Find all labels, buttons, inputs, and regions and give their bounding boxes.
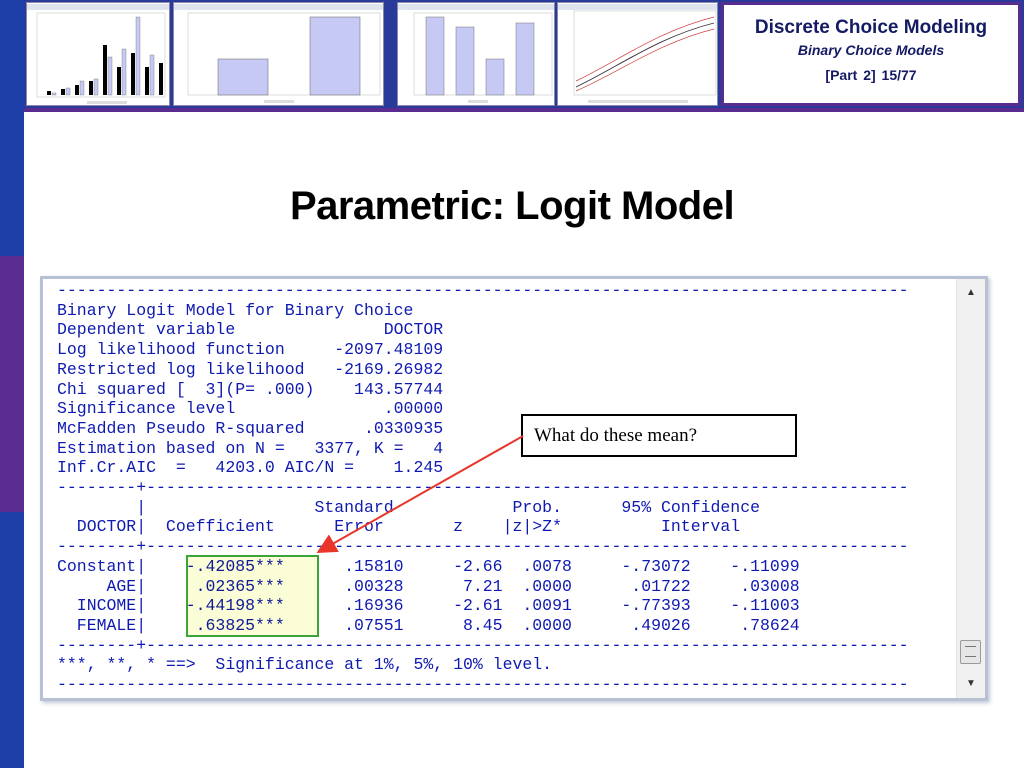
- output-line: Significance level .00000: [57, 399, 444, 419]
- histogram-thumbnail-graphic: [36, 12, 166, 104]
- output-line: McFadden Pseudo R-squared .0330935: [57, 418, 444, 438]
- output-line: Binary Logit Model for Binary Choice: [57, 300, 414, 320]
- output-line: ----------------------------------------…: [57, 675, 909, 695]
- bar-chart-thumbnail-graphic: [187, 12, 381, 103]
- header-thumbnail-line-chart: [557, 2, 718, 106]
- output-line: --------+-------------------------------…: [57, 537, 909, 557]
- left-bar-blue-segment-lower: [0, 512, 24, 768]
- output-line: Log likelihood function -2097.48109: [57, 340, 444, 360]
- left-accent-bar: [0, 0, 24, 768]
- slide-title: Parametric: Logit Model: [289, 184, 735, 228]
- output-window: ----------------------------------------…: [40, 276, 988, 701]
- line-chart-thumbnail-graphic: [573, 10, 717, 103]
- output-line: ----------------------------------------…: [57, 281, 909, 300]
- scrollbar-thumb[interactable]: [960, 640, 981, 664]
- output-line: --------+-------------------------------…: [57, 478, 909, 498]
- slide-header-title-box: Discrete Choice Modeling Binary Choice M…: [721, 2, 1021, 106]
- course-title: Discrete Choice Modeling: [754, 17, 988, 38]
- output-line: Estimation based on N = 3377, K = 4: [57, 438, 444, 458]
- header-band: Discrete Choice Modeling Binary Choice M…: [24, 0, 1024, 112]
- output-line: --------+-------------------------------…: [57, 635, 909, 655]
- output-line: Dependent variable DOCTOR: [57, 320, 444, 340]
- output-line: Restricted log likelihood -2169.26982: [57, 359, 444, 379]
- callout-box: What do these mean?: [521, 414, 797, 457]
- scroll-down-arrow-icon[interactable]: ▼: [957, 674, 985, 694]
- course-subtitle: Binary Choice Models: [797, 42, 945, 58]
- header-thumbnail-histogram: [26, 2, 170, 106]
- page-number: 15/77: [881, 67, 917, 83]
- output-line: Inf.Cr.AIC = 4203.0 AIC/N = 1.245: [57, 458, 444, 478]
- header-thumbnail-bar-chart: [173, 2, 384, 106]
- scroll-up-arrow-icon[interactable]: ▲: [957, 283, 985, 303]
- output-line: ***, **, * ==> Significance at 1%, 5%, 1…: [57, 655, 553, 675]
- header-thumbnail-column-chart: [397, 2, 555, 106]
- vertical-scrollbar[interactable]: ▲ ▼: [956, 279, 985, 698]
- coefficient-highlight-box: [186, 555, 319, 637]
- header-divider: [24, 108, 1024, 112]
- left-bar-purple-segment: [0, 256, 24, 512]
- part-label: [Part 2]: [825, 67, 876, 83]
- column-chart-thumbnail-graphic: [413, 12, 553, 103]
- part-page-indicator: [Part 2] 15/77: [724, 67, 1018, 84]
- output-line: DOCTOR| Coefficient Error z |z|>Z* Inter…: [57, 517, 741, 537]
- output-line: | Standard Prob. 95% Confidence: [57, 497, 761, 517]
- output-line: Chi squared [ 3](P= .000) 143.57744: [57, 379, 444, 399]
